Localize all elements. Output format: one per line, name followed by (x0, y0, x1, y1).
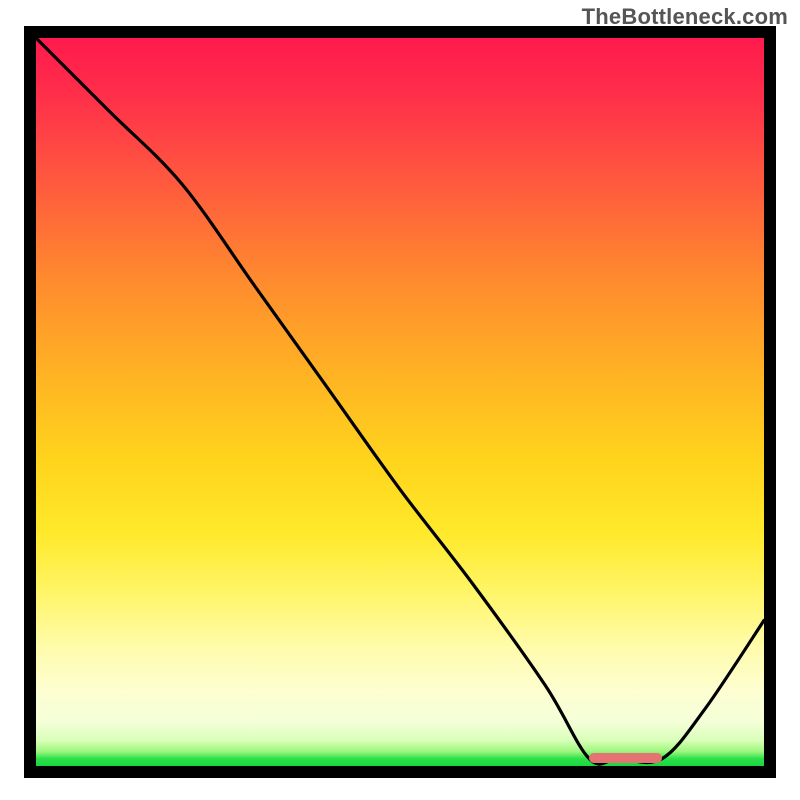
chart-stage: TheBottleneck.com (0, 0, 800, 800)
plot-gradient-area (36, 38, 764, 766)
plot-frame (24, 26, 776, 778)
optimal-region-marker (589, 753, 662, 763)
bottleneck-curve-path (36, 38, 764, 764)
bottleneck-curve (36, 38, 764, 766)
